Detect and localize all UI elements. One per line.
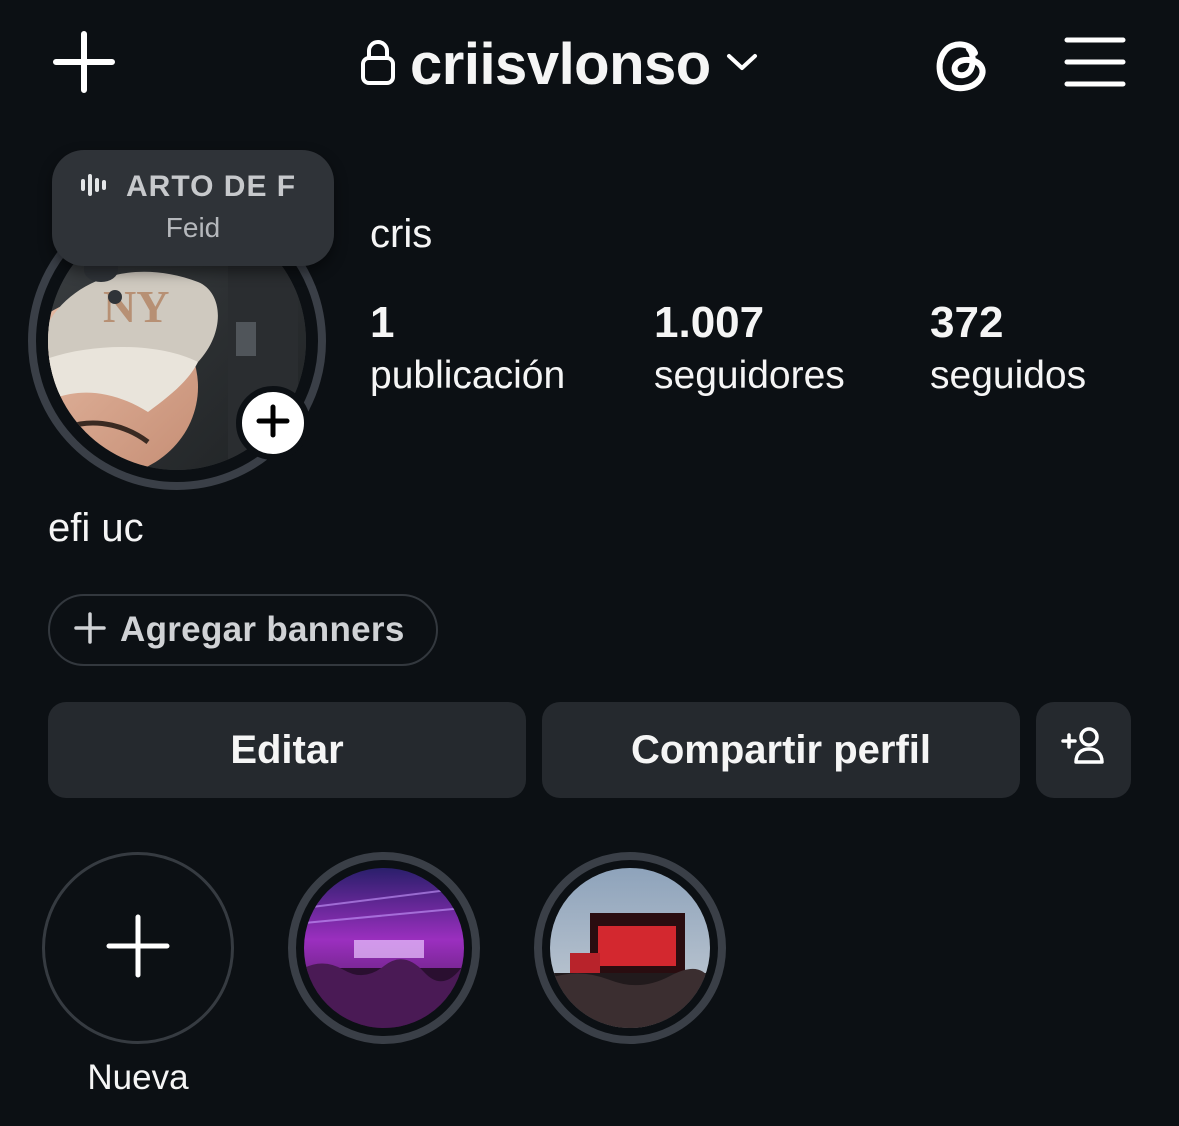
stat-value: 1.007 (654, 298, 765, 347)
new-highlight-label: Nueva (87, 1058, 189, 1097)
plus-icon (256, 404, 290, 443)
highlight-thumbnail (550, 868, 710, 1028)
stat-followers[interactable]: 1.007 seguidores (654, 298, 845, 398)
highlight-concert-red[interactable] (534, 852, 726, 1044)
highlight-thumbnail (304, 868, 464, 1028)
sound-bars-icon (80, 173, 108, 202)
music-note-bubble[interactable]: ARTO DE F Feid (52, 150, 334, 266)
avatar-add-story-button[interactable] (236, 386, 310, 460)
stat-label: seguidores (654, 354, 845, 397)
profile-screen: criisvlonso NY ARTO DE F Feid cris 1 pub… (0, 0, 1179, 1126)
threads-icon[interactable] (926, 28, 998, 100)
bio: efi uc (48, 506, 144, 550)
add-banners-button[interactable]: Agregar banners (48, 594, 438, 666)
plus-icon (74, 611, 106, 649)
note-song-title: ARTO DE F (126, 170, 297, 203)
discover-people-button[interactable] (1036, 702, 1131, 798)
lock-icon (360, 38, 396, 91)
share-profile-button[interactable]: Compartir perfil (542, 702, 1020, 798)
new-highlight-button[interactable] (42, 852, 234, 1044)
svg-text:NY: NY (103, 281, 169, 332)
stat-following[interactable]: 372 seguidos (930, 298, 1086, 398)
highlight-concert-purple[interactable] (288, 852, 480, 1044)
create-plus-icon[interactable] (50, 28, 118, 96)
add-person-icon (1060, 725, 1108, 775)
chevron-down-icon (725, 51, 759, 78)
stat-value: 372 (930, 298, 1004, 347)
stat-label: seguidos (930, 354, 1087, 397)
stat-label: publicación (370, 354, 566, 397)
top-bar: criisvlonso (0, 0, 1179, 130)
add-banners-label: Agregar banners (120, 610, 405, 649)
note-artist: Feid (165, 212, 221, 243)
username: criisvlonso (410, 31, 711, 97)
stat-posts[interactable]: 1 publicación (370, 298, 565, 398)
edit-profile-button[interactable]: Editar (48, 702, 526, 798)
stat-value: 1 (370, 298, 395, 347)
note-bubble-dot (108, 290, 122, 304)
hamburger-menu-icon[interactable] (1060, 30, 1130, 94)
plus-icon (106, 914, 170, 983)
account-switcher[interactable]: criisvlonso (360, 28, 759, 100)
display-name: cris (370, 212, 433, 256)
